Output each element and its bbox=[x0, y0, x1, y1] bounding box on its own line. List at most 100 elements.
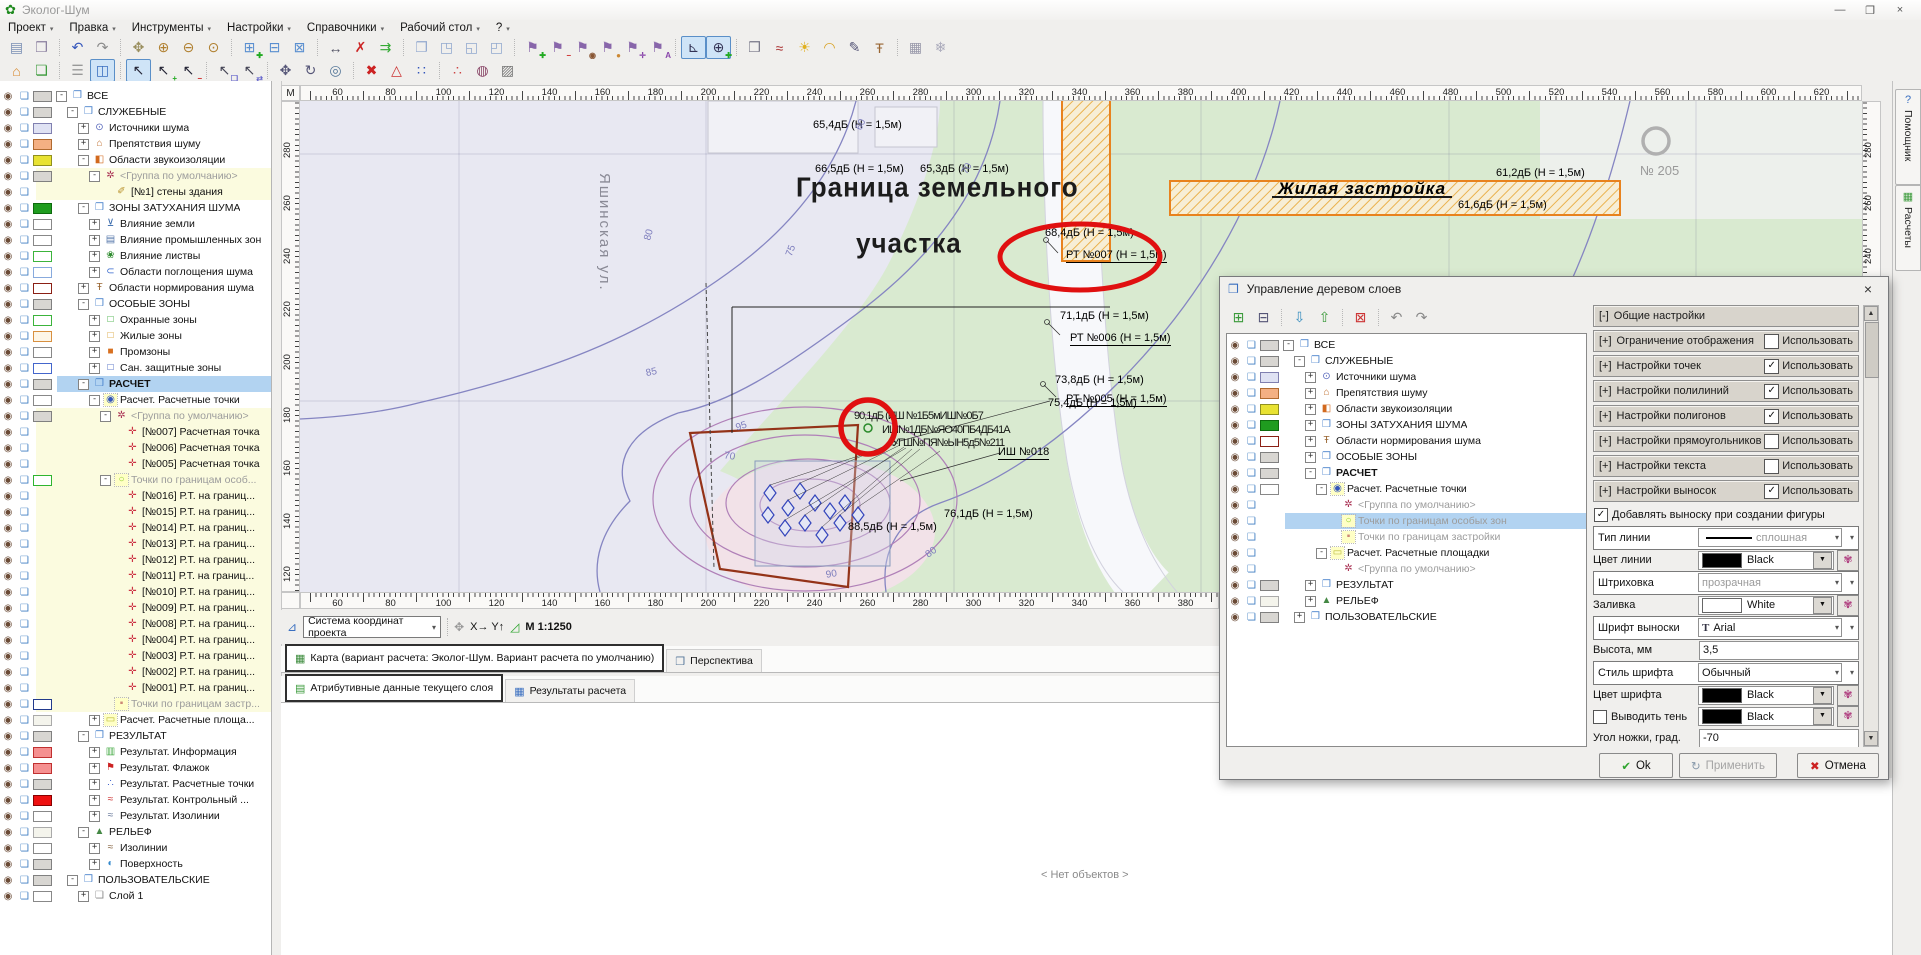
print-layer-icon[interactable]: ❏ bbox=[16, 715, 33, 726]
layer-color-swatch[interactable] bbox=[33, 315, 52, 326]
layer-color-swatch[interactable] bbox=[33, 843, 52, 854]
dialog-tree-row[interactable]: ◉ ❏ + ❒ ОСОБЫЕ ЗОНЫ bbox=[1227, 449, 1586, 465]
dialog-scrollbar[interactable]: ▲ ▼ bbox=[1863, 305, 1879, 747]
layer-color-swatch[interactable] bbox=[33, 827, 52, 838]
layer-color-swatch[interactable] bbox=[1260, 580, 1279, 591]
dialog-toolbar-button[interactable]: ⇩ bbox=[1287, 306, 1312, 329]
layer-color-swatch[interactable] bbox=[1260, 340, 1279, 351]
visibility-eye-icon[interactable]: ◉ bbox=[1227, 484, 1243, 495]
palette-button[interactable]: ✾ bbox=[1837, 685, 1859, 706]
visibility-eye-icon[interactable]: ◉ bbox=[1227, 580, 1243, 591]
layer-color-swatch[interactable] bbox=[33, 347, 52, 358]
layer-label[interactable]: РЕЗУЛЬТАТ bbox=[1336, 579, 1394, 591]
layer-label[interactable]: [№003] Р.Т. на границ... bbox=[142, 650, 255, 662]
toolbar-button[interactable]: ✖ bbox=[359, 59, 384, 82]
layer-color-swatch[interactable] bbox=[33, 795, 52, 806]
print-layer-icon[interactable]: ❏ bbox=[16, 315, 33, 326]
toolbar-button[interactable]: ↖❏ bbox=[212, 59, 237, 82]
expand-toggle-icon[interactable]: + bbox=[89, 843, 100, 854]
visibility-eye-icon[interactable]: ◉ bbox=[0, 667, 16, 678]
layer-color-swatch[interactable] bbox=[1260, 356, 1279, 367]
dialog-title-bar[interactable]: ❒ Управление деревом слоев bbox=[1220, 277, 1888, 301]
menu-item[interactable]: Настройки bbox=[219, 21, 299, 36]
layer-color-swatch[interactable] bbox=[33, 779, 52, 790]
print-layer-icon[interactable]: ❏ bbox=[16, 651, 33, 662]
layer-color-swatch[interactable] bbox=[33, 139, 52, 150]
palette-button[interactable]: ✾ bbox=[1837, 595, 1859, 616]
layer-color-swatch[interactable] bbox=[33, 235, 52, 246]
scroll-up-icon[interactable]: ▲ bbox=[1864, 306, 1878, 321]
window-button[interactable]: — bbox=[1825, 3, 1855, 18]
dialog-tree-row[interactable]: ◉ ❏ + ⊙ Источники шума bbox=[1227, 369, 1586, 385]
visibility-eye-icon[interactable]: ◉ bbox=[0, 635, 16, 646]
layer-color-swatch[interactable] bbox=[33, 123, 52, 134]
layer-color-swatch[interactable] bbox=[33, 395, 52, 406]
layer-label[interactable]: Промзоны bbox=[120, 346, 170, 358]
expand-toggle-icon[interactable]: - bbox=[1316, 548, 1327, 559]
layer-label[interactable]: [№014] Р.Т. на границ... bbox=[142, 522, 255, 534]
toolbar-button[interactable]: ⊟ bbox=[262, 36, 287, 59]
toolbar-button[interactable]: Ŧ bbox=[867, 36, 892, 59]
print-layer-icon[interactable]: ❏ bbox=[1243, 420, 1260, 431]
setting-control[interactable]: T White ▾ ▼ bbox=[1698, 596, 1834, 615]
expand-toggle-icon[interactable] bbox=[1327, 532, 1338, 543]
layer-tree-row[interactable]: ◉ ❏ ✛ [№012] Р.Т. на границ... bbox=[0, 552, 271, 568]
dialog-tree-row[interactable]: ◉ ❏ + ❒ ПОЛЬЗОВАТЕЛЬСКИЕ bbox=[1227, 609, 1586, 625]
print-layer-icon[interactable]: ❏ bbox=[1243, 484, 1260, 495]
layer-color-swatch[interactable] bbox=[33, 379, 52, 390]
print-layer-icon[interactable]: ❏ bbox=[16, 443, 33, 454]
print-layer-icon[interactable]: ❏ bbox=[1243, 532, 1260, 543]
expand-toggle-icon[interactable]: + bbox=[89, 251, 100, 262]
layer-label[interactable]: Сан. защитные зоны bbox=[120, 362, 221, 374]
print-layer-icon[interactable]: ❏ bbox=[16, 875, 33, 886]
layer-tree-row[interactable]: ◉ ❏ - ❒ РЕЗУЛЬТАТ bbox=[0, 728, 271, 744]
expand-toggle-icon[interactable]: + bbox=[89, 779, 100, 790]
layer-tree-row[interactable]: ◉ ❏ - ❒ СЛУЖЕБНЫЕ bbox=[0, 104, 271, 120]
expand-toggle-icon[interactable]: - bbox=[1294, 356, 1305, 367]
layer-color-swatch[interactable] bbox=[33, 715, 52, 726]
toolbar-button[interactable]: ⊾ bbox=[681, 36, 706, 59]
print-layer-icon[interactable]: ❏ bbox=[1243, 388, 1260, 399]
toolbar-button[interactable]: ↶ bbox=[65, 36, 90, 59]
scroll-down-icon[interactable]: ▼ bbox=[1864, 731, 1878, 746]
print-layer-icon[interactable]: ❏ bbox=[16, 539, 33, 550]
toolbar-button[interactable]: ⌂ bbox=[4, 59, 29, 82]
menu-item[interactable]: Рабочий стол bbox=[392, 21, 488, 36]
visibility-eye-icon[interactable]: ◉ bbox=[0, 251, 16, 262]
layer-label[interactable]: Источники шума bbox=[109, 122, 189, 134]
layer-label[interactable]: <Группа по умолчанию> bbox=[131, 410, 249, 422]
layer-tree-row[interactable]: ◉ ❏ - ❒ ОСОБЫЕ ЗОНЫ bbox=[0, 296, 271, 312]
layer-label[interactable]: Препятствия шуму bbox=[109, 138, 201, 150]
layer-color-swatch[interactable] bbox=[33, 699, 52, 710]
layer-color-swatch[interactable] bbox=[33, 891, 52, 902]
layer-tree-row[interactable]: ◉ ❏ ✛ [№005] Расчетная точка bbox=[0, 456, 271, 472]
layer-tree-row[interactable]: ◉ ❏ + ∴ Результат. Расчетные точки bbox=[0, 776, 271, 792]
layer-label[interactable]: Области звукоизоляции bbox=[109, 154, 225, 166]
visibility-eye-icon[interactable]: ◉ bbox=[0, 91, 16, 102]
expand-toggle-icon[interactable] bbox=[111, 587, 122, 598]
dropdown-arrow-button[interactable]: ▼ bbox=[1813, 708, 1832, 725]
print-layer-icon[interactable]: ❏ bbox=[16, 779, 33, 790]
expand-toggle-icon[interactable] bbox=[100, 699, 111, 710]
toolbar-button[interactable]: ∴ bbox=[445, 59, 470, 82]
print-layer-icon[interactable]: ❏ bbox=[16, 411, 33, 422]
layer-tree-row[interactable]: ◉ ❏ + Ŧ Области нормирования шума bbox=[0, 280, 271, 296]
print-layer-icon[interactable]: ❏ bbox=[16, 91, 33, 102]
print-layer-icon[interactable]: ❏ bbox=[1243, 372, 1260, 383]
dialog-tree-row[interactable]: ◉ ❏ ▪ Точки по границам застройки bbox=[1227, 529, 1586, 545]
layer-color-swatch[interactable] bbox=[33, 747, 52, 758]
visibility-eye-icon[interactable]: ◉ bbox=[0, 443, 16, 454]
visibility-eye-icon[interactable]: ◉ bbox=[0, 891, 16, 902]
toolbar-button[interactable]: ↖− bbox=[176, 59, 201, 82]
toolbar-button[interactable]: ❒ bbox=[742, 36, 767, 59]
palette-button[interactable]: ✾ bbox=[1837, 706, 1859, 727]
toolbar-button[interactable]: ⊞✚ bbox=[237, 36, 262, 59]
visibility-eye-icon[interactable]: ◉ bbox=[0, 843, 16, 854]
layer-tree-row[interactable]: ◉ ❏ ✛ [№003] Р.Т. на границ... bbox=[0, 648, 271, 664]
toolbar-button[interactable]: ≈ bbox=[767, 36, 792, 59]
visibility-eye-icon[interactable]: ◉ bbox=[0, 859, 16, 870]
layer-tree-row[interactable]: ◉ ❏ ✛ [№001] Р.Т. на границ... bbox=[0, 680, 271, 696]
visibility-eye-icon[interactable]: ◉ bbox=[1227, 564, 1243, 575]
layer-tree-row[interactable]: ◉ ❏ ✛ [№008] Р.Т. на границ... bbox=[0, 616, 271, 632]
layer-tree-row[interactable]: ◉ ❏ ✛ [№002] Р.Т. на границ... bbox=[0, 664, 271, 680]
